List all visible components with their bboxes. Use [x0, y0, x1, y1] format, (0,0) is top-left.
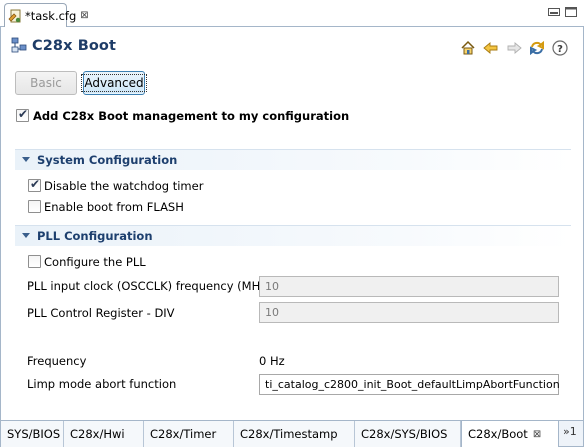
disable-watchdog-checkbox[interactable] [28, 177, 41, 192]
configure-pll-label: Configure the PLL [44, 255, 146, 269]
advanced-button[interactable]: Advanced [81, 71, 147, 95]
tab-c28x-timer[interactable]: C28x/Timer [144, 421, 234, 447]
tab-c28x-hwi[interactable]: C28x/Hwi [64, 421, 144, 447]
forward-icon[interactable] [505, 39, 523, 57]
frequency-value: 0 Hz [259, 354, 285, 368]
boot-flash-label: Enable boot from FLASH [44, 200, 184, 214]
basic-button[interactable]: Basic [15, 71, 77, 95]
section-pll-configuration[interactable]: PLL Configuration [15, 225, 571, 246]
tab-label: C28x/Boot [468, 427, 528, 441]
basic-button-label: Basic [30, 76, 62, 90]
tab-label: C28x/SYS/BIOS [361, 427, 448, 441]
tab-overflow-icon[interactable]: »1 [563, 425, 577, 438]
section-system-configuration[interactable]: System Configuration [15, 149, 571, 170]
tab-c28x-boot[interactable]: C28x/Boot ⊠ [461, 421, 559, 447]
close-tab-icon[interactable]: ⊠ [80, 10, 88, 21]
tab-sys-bios[interactable]: SYS/BIOS [1, 421, 64, 447]
expand-twisty-icon[interactable] [22, 157, 30, 162]
limp-mode-label: Limp mode abort function [27, 377, 177, 391]
tab-c28x-sys-bios[interactable]: C28x/SYS/BIOS [355, 421, 461, 447]
panel-header: C28x Boot [11, 37, 116, 54]
editor-tab-task-cfg[interactable]: *task.cfg ⊠ [4, 3, 89, 27]
pll-control-div-field[interactable]: 10 [259, 302, 559, 323]
boot-flash-checkbox[interactable] [28, 200, 41, 213]
section-title-system: System Configuration [37, 153, 178, 167]
pll-input-clock-field[interactable]: 10 [259, 276, 559, 297]
editor-tab-strip: *task.cfg ⊠ [0, 0, 584, 27]
advanced-button-label: Advanced [81, 74, 147, 92]
tab-label: C28x/Timestamp [240, 427, 338, 441]
add-boot-checkbox[interactable] [16, 107, 29, 122]
help-icon[interactable]: ? [551, 39, 569, 57]
expand-twisty-icon[interactable] [22, 233, 30, 238]
add-boot-label: Add C28x Boot management to my configura… [33, 109, 350, 123]
pll-input-clock-label: PLL input clock (OSCCLK) frequency (MHz) [27, 279, 271, 293]
header-toolbar: ? [459, 39, 569, 57]
disable-watchdog-label: Disable the watchdog timer [44, 179, 204, 193]
home-icon[interactable] [459, 39, 477, 57]
boot-module-icon [11, 37, 28, 54]
pll-control-div-label: PLL Control Register - DIV [27, 306, 175, 320]
close-tab-icon[interactable]: ⊠ [533, 429, 541, 440]
tab-label: SYS/BIOS [7, 427, 61, 441]
maximize-icon[interactable] [564, 6, 578, 18]
svg-text:?: ? [557, 44, 563, 55]
limp-mode-field[interactable]: ti_catalog_c2800_init_Boot_defaultLimpAb… [259, 374, 560, 395]
tab-c28x-timestamp[interactable]: C28x/Timestamp [234, 421, 355, 447]
frequency-label: Frequency [27, 354, 87, 368]
minimize-icon[interactable] [547, 6, 561, 18]
page-title: C28x Boot [32, 37, 117, 54]
config-file-icon [8, 8, 24, 24]
editor-tab-label: *task.cfg [25, 8, 77, 23]
bottom-tab-bar: SYS/BIOS C28x/Hwi C28x/Timer C28x/Timest… [0, 420, 584, 447]
tab-label: C28x/Timer [150, 427, 217, 441]
tab-label: C28x/Hwi [70, 427, 125, 441]
refresh-icon[interactable] [528, 39, 546, 57]
boot-config-panel: C28x Boot ? Basic Advanced Add C28x Boot… [0, 27, 584, 420]
section-title-pll: PLL Configuration [37, 229, 153, 243]
back-icon[interactable] [482, 39, 500, 57]
configure-pll-checkbox[interactable] [28, 255, 41, 268]
